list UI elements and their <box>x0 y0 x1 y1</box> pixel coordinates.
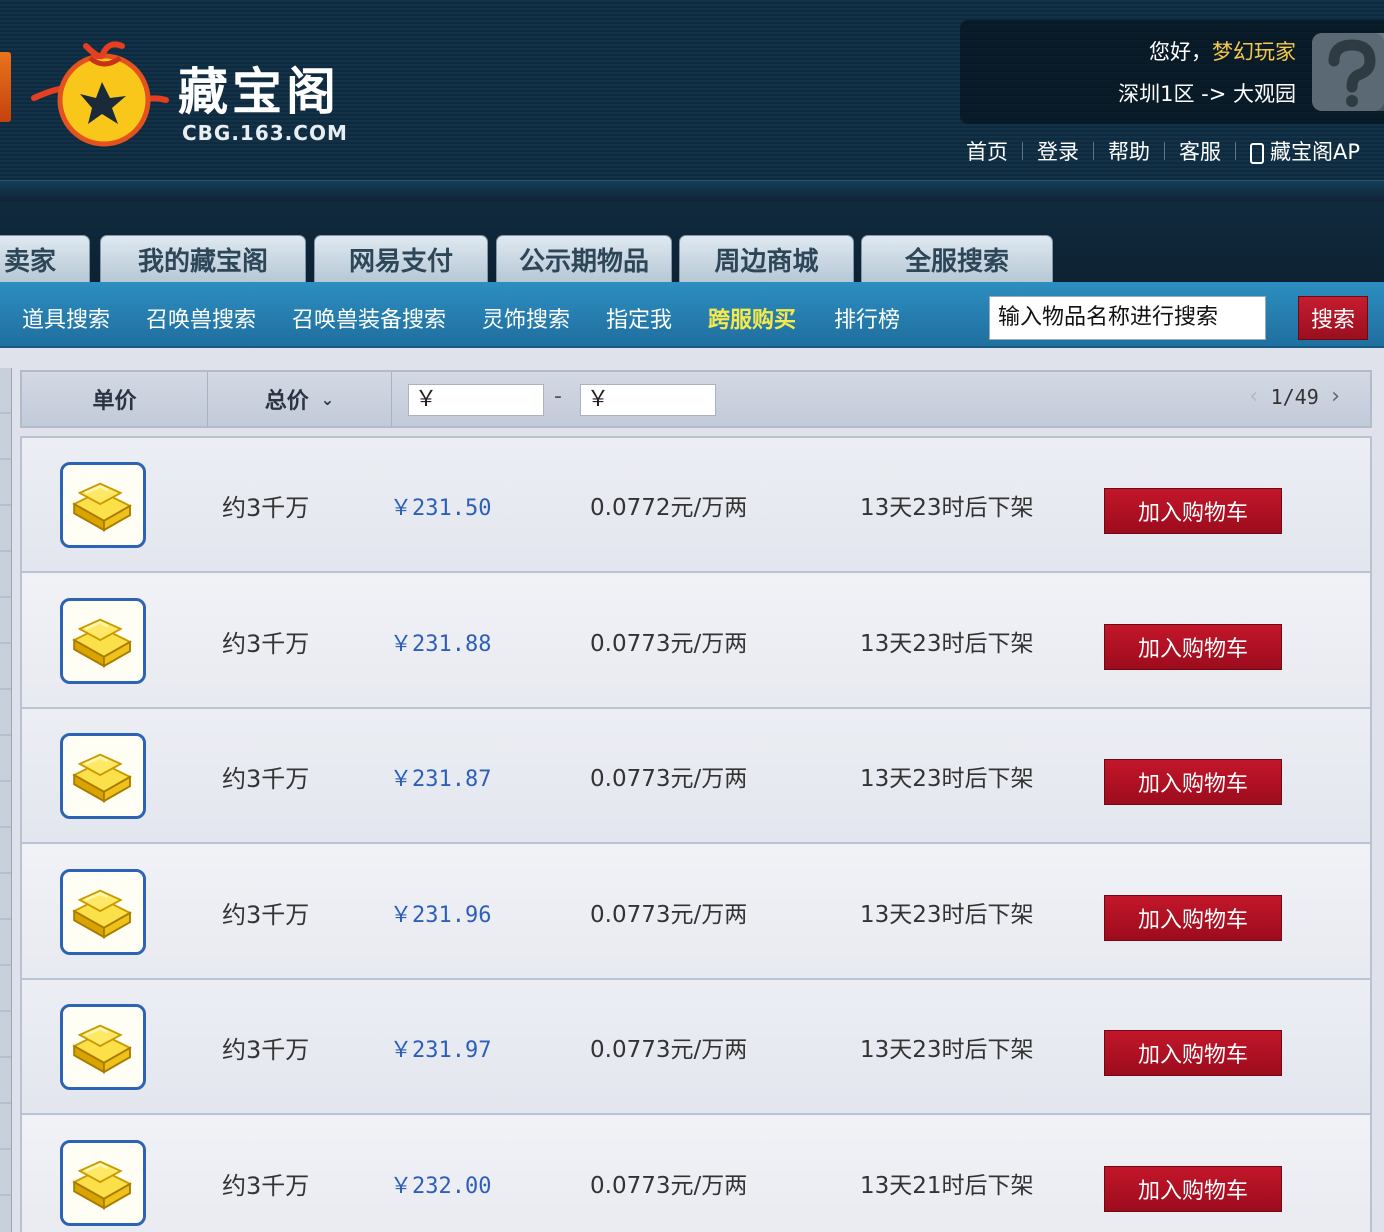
item-price: ￥231.88 <box>390 631 492 657</box>
listing-table: 约3千万 ￥231.50 0.0772元/万两 13天23时后下架 加入购物车 … <box>20 436 1372 1232</box>
table-row: 约3千万 ￥231.87 0.0773元/万两 13天23时后下架 加入购物车 <box>22 709 1370 844</box>
subnav-item-search[interactable]: 道具搜索 <box>22 302 110 334</box>
add-to-cart-button[interactable]: 加入购物车 <box>1104 759 1282 805</box>
subnav-cross-server-buy[interactable]: 跨服购买 <box>708 302 796 334</box>
expire-time: 13天23时后下架 <box>860 766 1034 792</box>
gold-ingot-icon[interactable] <box>60 597 146 684</box>
gold-ingot-icon[interactable] <box>60 868 146 955</box>
tab-mall[interactable]: 周边商城 <box>679 235 854 283</box>
unit-price: 0.0773元/万两 <box>590 630 748 657</box>
gold-ingot-icon[interactable] <box>60 462 146 548</box>
add-to-cart-button[interactable]: 加入购物车 <box>1104 488 1282 534</box>
tab-my-cbg[interactable]: 我的藏宝阁 <box>100 235 306 283</box>
item-price: ￥231.87 <box>390 767 492 792</box>
pagination: ‹ 1/49 › <box>1237 384 1352 409</box>
unit-price: 0.0773元/万两 <box>590 1037 748 1063</box>
sort-total-price-label: 总价 <box>264 389 309 414</box>
sort-bar: 单价 总价 ⌄ ￥ - ￥ ‹ 1/49 › <box>20 370 1372 428</box>
add-to-cart-button[interactable]: 加入购物车 <box>1104 894 1282 941</box>
unknown-user-question-icon[interactable] <box>1312 33 1384 111</box>
table-row: 约3千万 ￥231.50 0.0772元/万两 13天23时后下架 加入购物车 <box>22 438 1370 573</box>
subnav-pet-search[interactable]: 召唤兽搜索 <box>146 302 256 334</box>
item-price: ￥231.50 <box>390 496 492 521</box>
sort-total-price[interactable]: 总价 ⌄ <box>208 372 392 426</box>
nav-service[interactable]: 客服 <box>1179 136 1221 166</box>
prev-page-icon[interactable]: ‹ <box>1247 384 1260 409</box>
expire-time: 13天23时后下架 <box>860 495 1034 521</box>
unit-price: 0.0773元/万两 <box>590 1172 748 1199</box>
nav-login[interactable]: 登录 <box>1037 136 1079 166</box>
logo-domain[interactable]: CBG.163.COM <box>182 121 348 145</box>
search-button[interactable]: 搜索 <box>1298 296 1368 340</box>
nav-separator <box>1093 142 1094 160</box>
subnav-pet-equip-search[interactable]: 召唤兽装备搜索 <box>292 302 446 334</box>
page-root: 藏宝阁 CBG.163.COM 您好，梦幻玩家 深圳1区 -> 大观园 首页 登… <box>0 0 1384 1232</box>
range-dash: - <box>554 384 562 409</box>
chevron-down-icon: ⌄ <box>320 389 335 409</box>
table-row: 约3千万 ￥232.00 0.0773元/万两 13天21时后下架 加入购物车 <box>22 1115 1370 1232</box>
nav-separator <box>1235 142 1236 160</box>
nav-home[interactable]: 首页 <box>966 136 1008 166</box>
greeting-prefix: 您好， <box>1149 40 1212 64</box>
gold-amount: 约3千万 <box>222 1171 310 1200</box>
add-to-cart-button[interactable]: 加入购物车 <box>1104 623 1282 670</box>
money-bag-logo-icon[interactable] <box>30 36 170 148</box>
gold-ingot-icon[interactable] <box>60 1004 146 1090</box>
unit-price: 0.0773元/万两 <box>590 901 748 928</box>
table-row: 约3千万 ￥231.96 0.0773元/万两 13天23时后下架 加入购物车 <box>22 844 1370 980</box>
logo-title[interactable]: 藏宝阁 <box>178 52 340 124</box>
subnav-assigned-to-me[interactable]: 指定我 <box>606 302 672 334</box>
tab-public-items[interactable]: 公示期物品 <box>496 235 672 283</box>
unit-price: 0.0773元/万两 <box>590 766 748 792</box>
table-row: 约3千万 ￥231.97 0.0773元/万两 13天23时后下架 加入购物车 <box>22 980 1370 1115</box>
item-price: ￥231.97 <box>390 1038 492 1063</box>
nav-app[interactable]: 藏宝阁AP <box>1270 136 1360 166</box>
gold-amount: 约3千万 <box>222 629 310 658</box>
item-price: ￥232.00 <box>390 1173 492 1199</box>
gold-ingot-icon[interactable] <box>60 733 146 819</box>
subnav-ranking[interactable]: 排行榜 <box>834 302 900 334</box>
header-divider <box>0 180 1384 202</box>
min-price-input[interactable]: ￥ <box>408 384 544 416</box>
tab-seller[interactable]: 卖家 <box>0 235 90 283</box>
expire-time: 13天23时后下架 <box>860 901 1034 928</box>
expire-time: 13天23时后下架 <box>860 630 1034 657</box>
nav-help[interactable]: 帮助 <box>1108 136 1150 166</box>
max-price-input[interactable]: ￥ <box>580 384 716 416</box>
page-indicator: 1/49 <box>1270 384 1319 409</box>
mobile-phone-icon[interactable] <box>1250 142 1264 164</box>
greeting: 您好，梦幻玩家 <box>1149 36 1296 66</box>
left-sidebar-edge <box>0 368 12 1232</box>
unit-price: 0.0772元/万两 <box>590 495 748 521</box>
gold-ingot-icon[interactable] <box>60 1139 146 1226</box>
search-input[interactable]: 输入物品名称进行搜索 <box>989 296 1266 340</box>
gold-amount: 约3千万 <box>222 900 310 929</box>
tab-netease-pay[interactable]: 网易支付 <box>314 235 488 283</box>
subnav-accessory-search[interactable]: 灵饰搜索 <box>482 302 570 334</box>
sort-unit-price[interactable]: 单价 <box>22 372 208 426</box>
expire-time: 13天23时后下架 <box>860 1037 1034 1063</box>
next-page-icon[interactable]: › <box>1329 384 1342 409</box>
expire-time: 13天21时后下架 <box>860 1172 1034 1199</box>
server-info[interactable]: 深圳1区 -> 大观园 <box>1118 78 1296 108</box>
tab-all-server-search[interactable]: 全服搜索 <box>861 235 1053 283</box>
gold-amount: 约3千万 <box>222 1036 310 1064</box>
gold-amount: 约3千万 <box>222 765 310 793</box>
item-price: ￥231.96 <box>390 902 492 928</box>
top-nav: 首页 登录 帮助 客服 藏宝阁AP <box>966 136 1360 166</box>
username[interactable]: 梦幻玩家 <box>1212 40 1296 64</box>
add-to-cart-button[interactable]: 加入购物车 <box>1104 1030 1282 1076</box>
gold-amount: 约3千万 <box>222 494 310 522</box>
nav-separator <box>1022 142 1023 160</box>
add-to-cart-button[interactable]: 加入购物车 <box>1104 1165 1282 1212</box>
table-row: 约3千万 ￥231.88 0.0773元/万两 13天23时后下架 加入购物车 <box>22 573 1370 709</box>
sort-unit-price-label: 单价 <box>92 389 137 414</box>
corner-badge[interactable] <box>0 52 11 122</box>
nav-separator <box>1164 142 1165 160</box>
